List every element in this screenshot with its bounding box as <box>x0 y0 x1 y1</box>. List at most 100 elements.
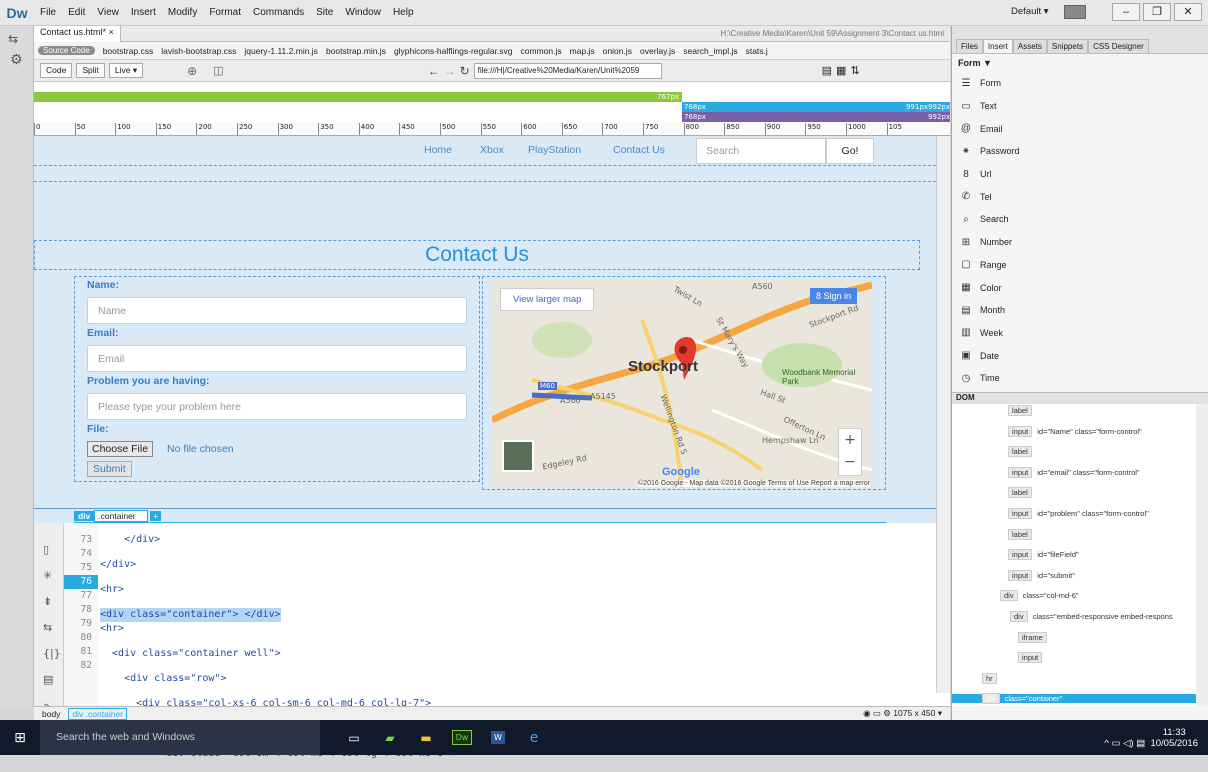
dom-node[interactable]: label <box>1008 487 1037 499</box>
related-file[interactable]: common.js <box>521 46 562 56</box>
nav-xbox[interactable]: Xbox <box>480 144 504 156</box>
insert-item-text[interactable]: ▭ Text <box>952 95 1208 118</box>
media-query-bar-1[interactable]: 767px <box>64 92 682 102</box>
related-file[interactable]: onion.js <box>603 46 632 56</box>
related-file[interactable]: lavish-bootstrap.css <box>161 46 236 56</box>
name-input[interactable]: Name <box>87 297 467 324</box>
dom-node[interactable]: label <box>1008 405 1037 416</box>
window-size[interactable]: ◉ ▭ ⚙ 1075 x 450 ▾ <box>863 708 950 719</box>
menu-commands[interactable]: Commands <box>247 7 310 18</box>
expand-icon[interactable]: ⇆ <box>8 32 25 46</box>
forward-icon[interactable]: → <box>444 64 456 78</box>
view-larger-map-link[interactable]: View larger map <box>500 288 595 311</box>
insert-item-color[interactable]: ▦ Color <box>952 276 1208 299</box>
dom-node[interactable]: input id="fileField" <box>1008 549 1079 561</box>
related-file[interactable]: bootstrap.min.js <box>326 46 386 56</box>
tag-selector[interactable]: div .container + <box>74 510 162 522</box>
code-line[interactable]: </div> <box>100 533 455 547</box>
code-line[interactable]: <hr> <box>100 583 455 597</box>
live-view-button[interactable]: Live ▾ <box>108 63 144 78</box>
dom-node[interactable]: input id="email" class="form-control" <box>1008 466 1140 478</box>
code-scrollbar[interactable] <box>936 523 950 693</box>
insert-item-date[interactable]: ▣ Date <box>952 344 1208 367</box>
related-file[interactable]: jquery-1.11.2.min.js <box>244 46 318 56</box>
insert-tool-icon[interactable]: ⚙ <box>10 52 23 68</box>
status-crumb-body[interactable]: body <box>34 709 68 719</box>
dom-node[interactable]: div class="container" <box>952 693 1196 705</box>
document-tab[interactable]: Contact us.html* × <box>34 25 121 42</box>
design-scrollbar[interactable] <box>936 136 950 543</box>
dom-scrollbar[interactable] <box>1196 404 1208 706</box>
insert-item-range[interactable]: ▢ Range <box>952 254 1208 277</box>
menu-help[interactable]: Help <box>387 7 420 18</box>
nav-home[interactable]: Home <box>424 144 452 156</box>
dom-node[interactable]: input id="submit" <box>1008 569 1075 581</box>
google-map[interactable]: View larger map 8 Sign in Stockport Wood… <box>492 280 872 488</box>
code-line[interactable]: <div class="row"> <box>100 672 455 686</box>
close-button[interactable]: ✕ <box>1174 3 1202 21</box>
tag-selector-add[interactable]: + <box>150 511 162 521</box>
choose-file-button[interactable]: Choose File <box>87 441 154 457</box>
map-signin-button[interactable]: 8 Sign in <box>810 288 858 304</box>
dom-node[interactable]: input id="problem" class="form-control" <box>1008 508 1149 519</box>
edge-icon[interactable]: e <box>516 730 552 746</box>
menu-edit[interactable]: Edit <box>62 7 91 18</box>
page-properties-icon[interactable]: ▦ <box>836 64 846 77</box>
insert-item-tel[interactable]: ✆ Tel <box>952 185 1208 208</box>
problem-input[interactable]: Please type your problem here <box>87 393 467 420</box>
dom-node[interactable]: label <box>1008 528 1037 540</box>
menu-window[interactable]: Window <box>339 7 387 18</box>
dom-node[interactable]: iframe <box>1018 631 1052 643</box>
nav-playstation[interactable]: PlayStation <box>528 144 581 156</box>
insert-item-email[interactable]: @ Email <box>952 117 1208 140</box>
task-view-icon[interactable]: ▭ <box>336 731 372 745</box>
dom-node[interactable]: input <box>1018 652 1047 664</box>
zoom-controls[interactable]: + − <box>838 428 862 476</box>
nav-search-input[interactable]: Search <box>696 138 826 164</box>
minimize-button[interactable]: – <box>1112 3 1140 21</box>
media-query-bar-3[interactable]: 768px 992px <box>682 112 950 122</box>
panel-tab-snippets[interactable]: Snippets <box>1046 39 1089 53</box>
menu-view[interactable]: View <box>91 7 125 18</box>
insert-item-password[interactable]: ⁕ Password <box>952 140 1208 163</box>
media-query-bar-2[interactable]: 768px 991px 992px <box>682 102 950 112</box>
related-file[interactable]: search_impl.js <box>683 46 737 56</box>
code-line[interactable]: <div class="container"> </div> <box>100 608 281 622</box>
code-view-button[interactable]: Code <box>40 63 73 78</box>
satellite-toggle[interactable] <box>502 440 534 472</box>
submit-button[interactable]: Submit <box>87 461 132 477</box>
code-line[interactable]: </div> <box>100 558 455 572</box>
file-explorer-icon[interactable]: ▬ <box>408 731 444 745</box>
insert-category[interactable]: Form ▼ <box>952 54 1208 72</box>
layout-switcher[interactable]: Default ▾ <box>1011 6 1049 17</box>
code-line[interactable]: <div class="container well"> <box>100 647 455 661</box>
menu-file[interactable]: File <box>34 7 62 18</box>
address-bar[interactable]: file:///H|/Creative%20Media/Karen/Unit%2… <box>473 62 662 79</box>
insert-item-week[interactable]: ▥ Week <box>952 322 1208 345</box>
dom-node[interactable]: label <box>1008 446 1037 458</box>
app-icon[interactable]: ▰ <box>372 731 408 745</box>
restore-button[interactable]: ❐ <box>1143 3 1171 21</box>
live-code-icon[interactable]: ◫ <box>213 64 223 77</box>
dom-node[interactable]: input id="Name" class="form-control" <box>1008 425 1142 437</box>
panel-tab-assets[interactable]: Assets <box>1012 39 1047 53</box>
related-file[interactable]: map.js <box>570 46 595 56</box>
menu-site[interactable]: Site <box>310 7 339 18</box>
refresh-icon[interactable]: ↻ <box>460 64 470 78</box>
go-button[interactable]: Go! <box>826 138 874 164</box>
back-icon[interactable]: ← <box>428 64 440 78</box>
code-line[interactable]: <hr> <box>100 622 455 636</box>
panel-tab-files[interactable]: Files <box>956 39 983 53</box>
email-input[interactable]: Email <box>87 345 467 372</box>
insert-item-url[interactable]: 8 Url <box>952 163 1208 186</box>
source-code-button[interactable]: Source Code <box>38 46 95 55</box>
panel-tab-css-designer[interactable]: CSS Designer <box>1088 39 1149 53</box>
tag-selector-tag[interactable]: div <box>74 511 95 521</box>
panel-tab-insert[interactable]: Insert <box>982 39 1013 53</box>
insert-item-time[interactable]: ◷ Time <box>952 367 1208 390</box>
related-file[interactable]: bootstrap.css <box>103 46 154 56</box>
nav-contact[interactable]: Contact Us <box>613 144 665 156</box>
insert-item-form[interactable]: ☰ Form <box>952 72 1208 95</box>
dom-node[interactable]: div class="embed-responsive embed-respons <box>1010 611 1173 622</box>
insert-item-month[interactable]: ▤ Month <box>952 299 1208 322</box>
